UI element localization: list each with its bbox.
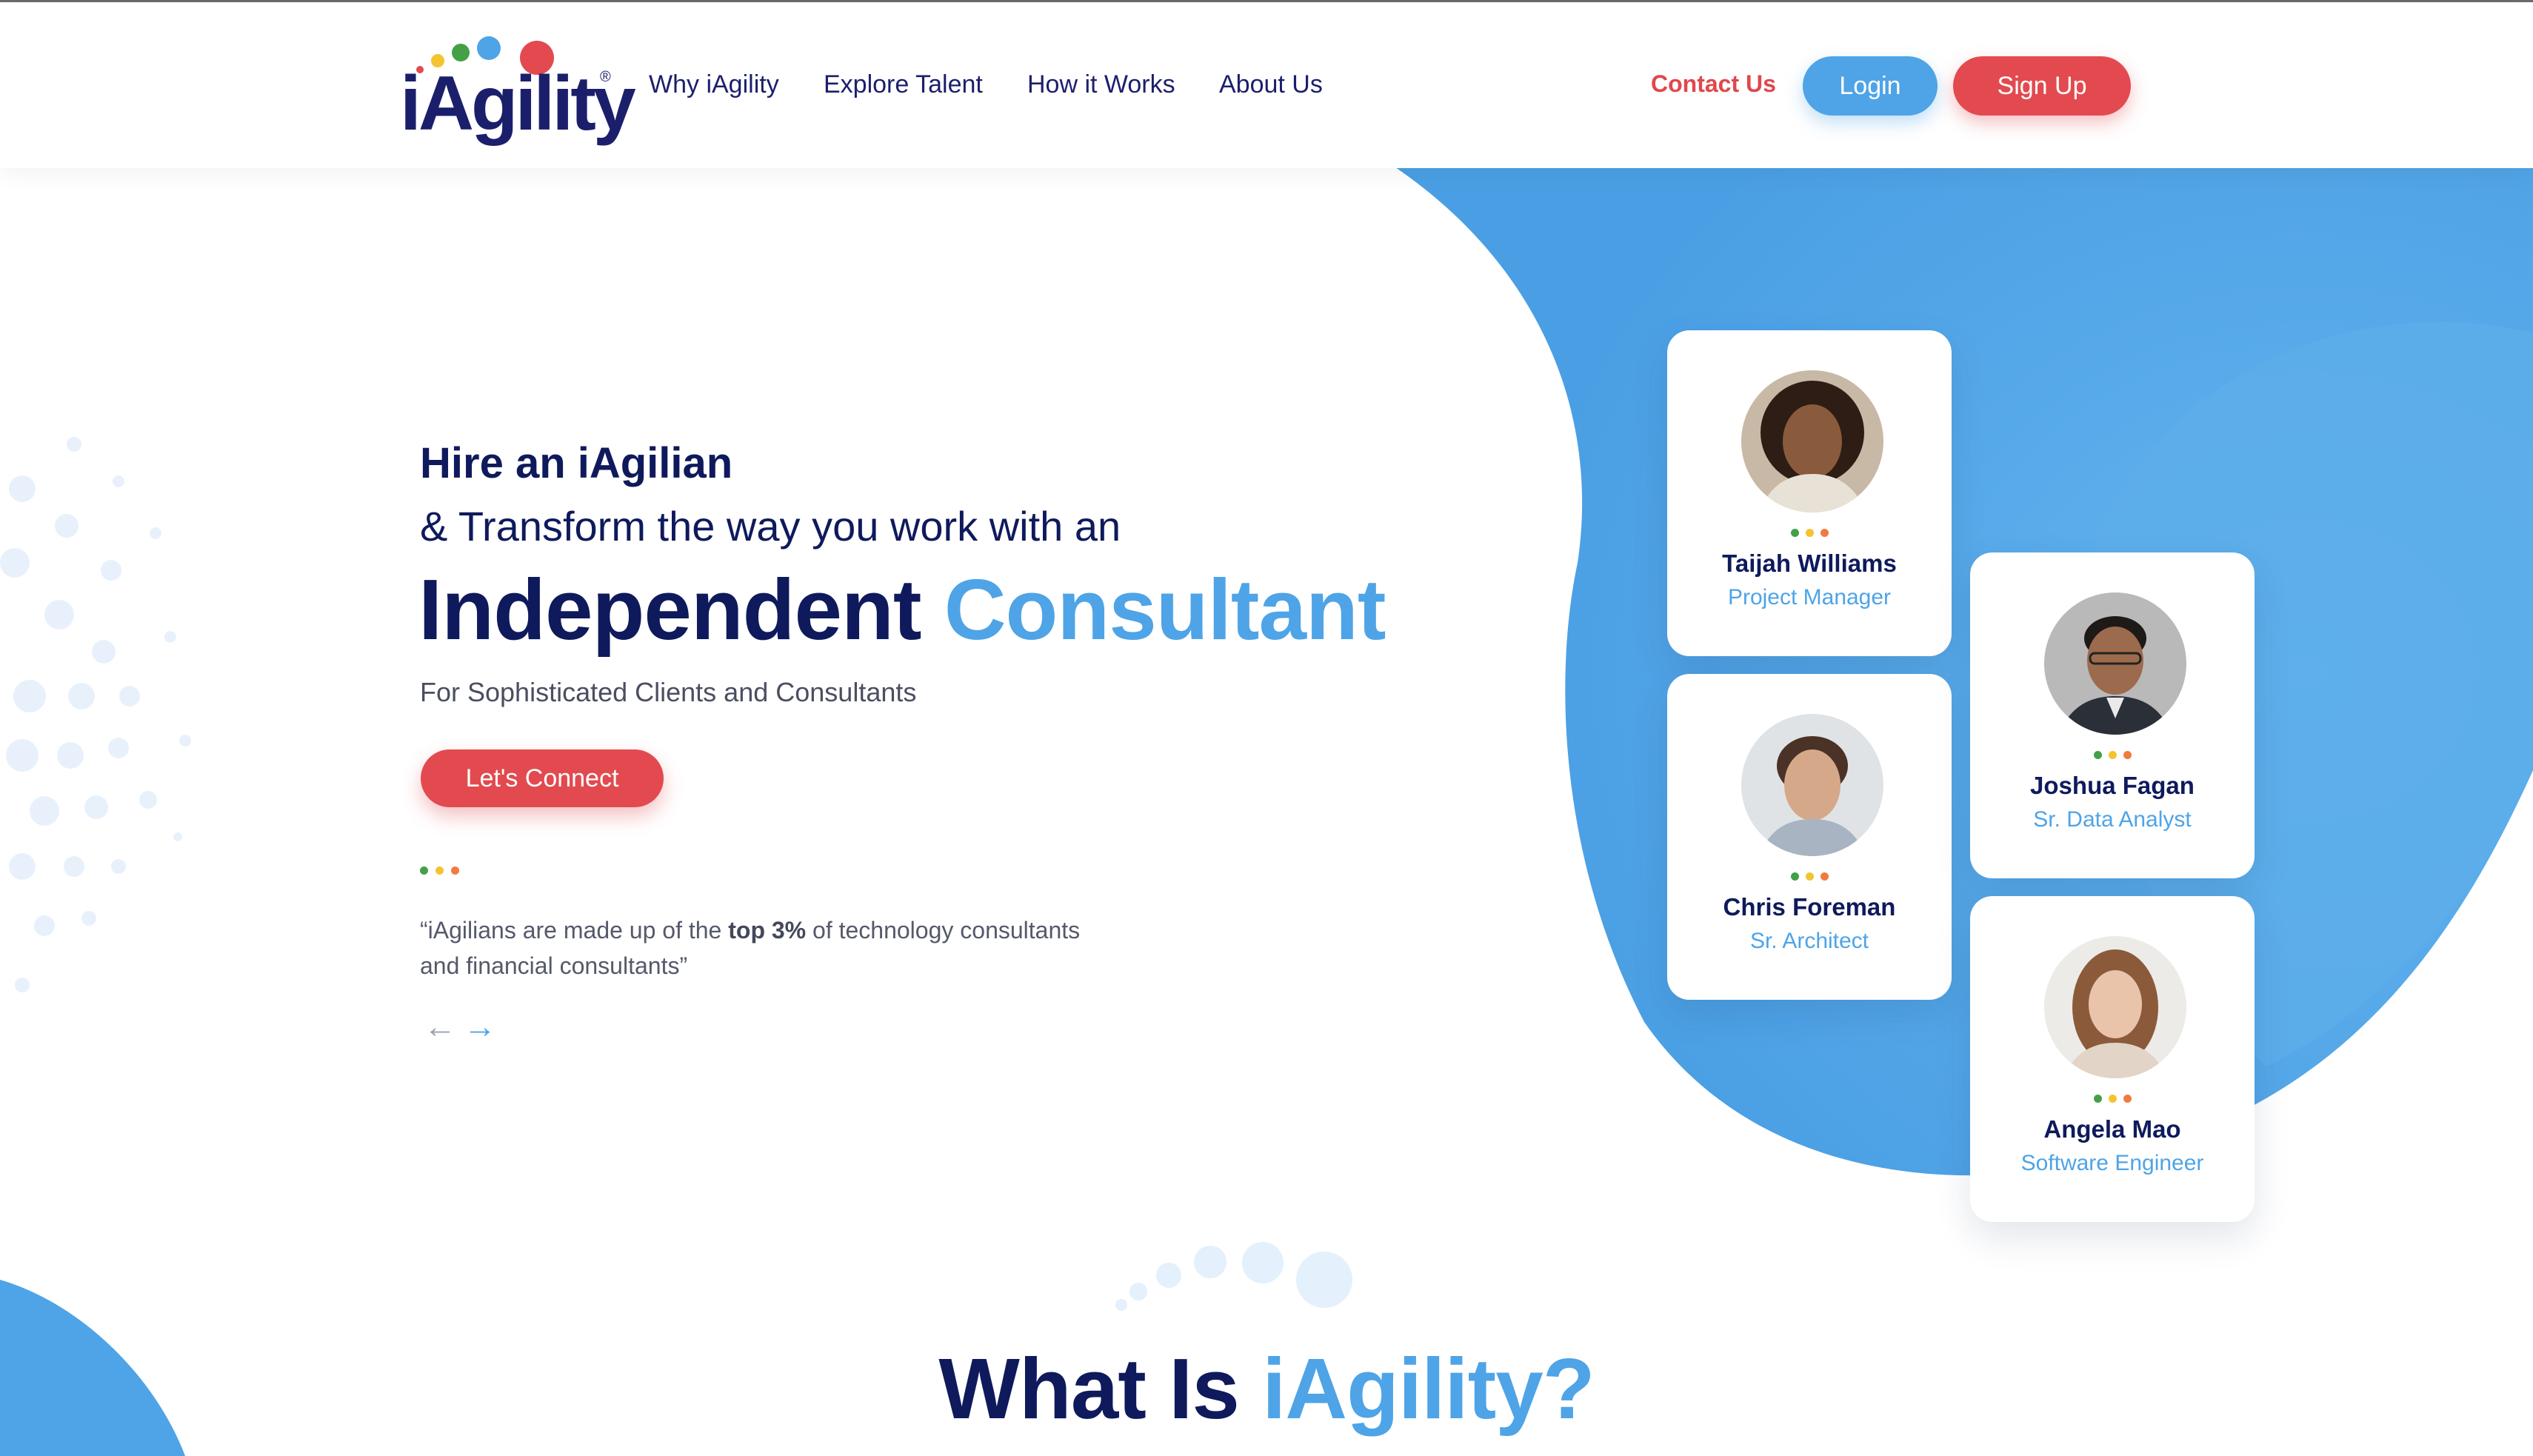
consultant-name: Taijah Williams [1722,550,1897,577]
hero-hire-heading: Hire an iAgilian [420,439,733,487]
quote-text-start: “iAgilians are made up of the [420,917,722,944]
testimonial-quote: “iAgilians are made up of the top 3% of … [420,912,1087,984]
what-accent: iAgility? [1262,1340,1595,1437]
decorative-dot-pattern-left [0,437,191,992]
consultant-card[interactable]: Chris Foreman Sr. Architect [1667,674,1952,1000]
decorative-dot-arc [1115,1242,1352,1311]
consultant-role: Sr. Architect [1749,929,1869,953]
registered-mark: ® [600,69,611,85]
status-dots [1791,529,1835,538]
what-is-iagility-heading: What Is iAgility? [0,1339,2533,1438]
hero-headline: Independent Consultant [418,560,1386,659]
quote-highlight: top 3% [728,917,807,944]
consultant-card[interactable]: Joshua Fagan Sr. Data Analyst [1970,552,2255,878]
consultant-role: Sr. Data Analyst [2033,807,2192,832]
consultant-card[interactable]: Taijah Williams Project Manager [1667,330,1952,656]
nav-about-us[interactable]: About Us [1219,70,1323,99]
site-header: iAgility ® Why iAgility Explore Talent H… [0,2,2533,168]
consultant-card[interactable]: Angela Mao Software Engineer [1970,896,2255,1222]
nav-why-iagility[interactable]: Why iAgility [649,70,779,99]
logo-dot-green [452,44,470,61]
consultant-name: Chris Foreman [1723,893,1896,921]
what-dark: What Is [938,1340,1239,1437]
nav-how-it-works[interactable]: How it Works [1027,70,1175,99]
signup-button[interactable]: Sign Up [1953,56,2131,116]
consultant-role: Project Manager [1727,585,1892,610]
hero-status-dots [420,866,464,875]
consultant-name: Joshua Fagan [2030,772,2195,799]
status-dots [1791,872,1835,881]
lets-connect-button[interactable]: Let's Connect [421,749,664,807]
avatar [1741,370,1883,512]
logo-dot-blue [477,36,501,60]
hero-subline: For Sophisticated Clients and Consultant… [420,677,917,707]
login-button[interactable]: Login [1803,56,1938,116]
status-dots [2094,751,2138,760]
iagility-logo[interactable]: iAgility ® [400,32,636,147]
avatar [2044,936,2186,1078]
consultant-name: Angela Mao [2043,1115,2181,1143]
next-arrow-icon[interactable]: → [464,1009,496,1046]
hero-transform-text: & Transform the way you work with an [420,503,1121,550]
consultant-role: Software Engineer [2020,1151,2204,1175]
logo-text: iAgility [400,61,636,147]
headline-dark: Independent [418,561,922,658]
status-dots [2094,1095,2138,1103]
avatar [1741,714,1883,856]
avatar [2044,592,2186,735]
contact-us-link[interactable]: Contact Us [1651,70,1776,98]
headline-accent: Consultant [944,561,1386,658]
prev-arrow-icon[interactable]: ← [424,1009,456,1046]
nav-explore-talent[interactable]: Explore Talent [824,70,983,99]
